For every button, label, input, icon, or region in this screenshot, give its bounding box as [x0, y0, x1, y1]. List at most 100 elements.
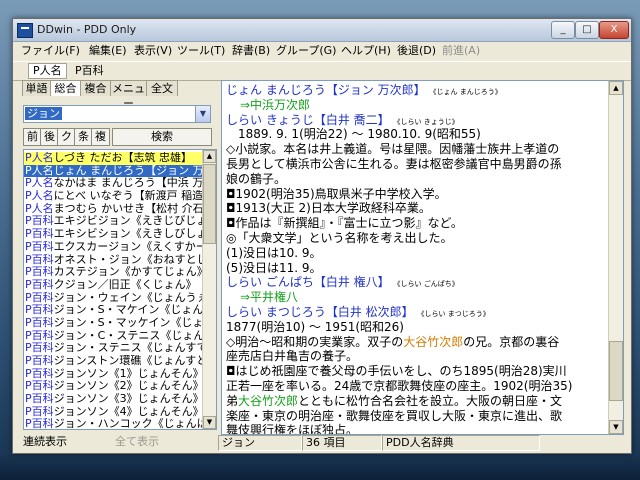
- tab-menu[interactable]: メニュー: [110, 80, 147, 110]
- list-item[interactable]: P百科ジョン・ステニス《じょんすてにす》: [24, 342, 202, 355]
- entry-text-line: 娘の鶴子。: [226, 171, 287, 186]
- result-list-scrollbar[interactable]: ▲ ▼: [202, 150, 216, 429]
- list-item[interactable]: P人名じょん まんじろう【ジョン 万次郎】: [24, 164, 202, 178]
- list-item[interactable]: P百科エクスカージョン《えくすかーじょん》: [24, 241, 202, 254]
- list-item-dictionary-tag: P百科: [25, 253, 54, 266]
- entry-cross-reference-link[interactable]: ⇒中浜万次郎: [226, 98, 606, 113]
- entry-headword: しらい まつじろう【白井 松次郎】 《しらい まつじろう》: [226, 305, 606, 320]
- entry-view-scroll-thumb[interactable]: [609, 341, 623, 401]
- list-item[interactable]: P百科エキシビション《えきしびしょん》: [24, 228, 202, 241]
- list-item-title: カステジョン《かすてじょん》: [53, 266, 202, 279]
- entry-text-line: 1877(明治10) ～ 1951(昭和26): [226, 319, 404, 334]
- list-item[interactable]: P百科ジョンソン《1》じょんそん》: [24, 368, 202, 381]
- list-item[interactable]: P百科ジョンストン環礁《じょんすとんかんしょう》: [24, 355, 202, 368]
- entry-text-line: ◘はじめ祇園座で養父母の手伝いをし、のち1895(明治28)実川: [226, 364, 567, 379]
- list-item-dictionary-tag: P百科: [25, 291, 54, 304]
- list-item-dictionary-tag: P百科: [25, 393, 54, 406]
- tab-compound[interactable]: 複合: [80, 80, 111, 96]
- list-item-dictionary-tag: P百科: [25, 405, 54, 418]
- list-item[interactable]: P百科エキジビジョン《えきじびじょん》: [24, 215, 202, 228]
- chevron-down-icon[interactable]: ▼: [195, 106, 210, 122]
- entry-text-line: 弟大谷竹次郎とともに松竹合名会社を設立。大阪の朝日座・文: [226, 394, 606, 409]
- menu-edit[interactable]: 編集(E): [89, 44, 127, 58]
- entry-text-segment: ◇明治～昭和期の実業家。双子の: [226, 334, 404, 349]
- entry-cross-reference-link[interactable]: 大谷竹次郎: [403, 335, 463, 349]
- filter-multi-button[interactable]: 複: [91, 128, 110, 146]
- menu-tools[interactable]: ツール(T): [177, 44, 225, 58]
- list-item[interactable]: P百科ジョン・ハンコック《じょんはんこっく》: [24, 418, 202, 429]
- tab-fulltext[interactable]: 全文: [146, 80, 178, 96]
- dictionary-tab-bar: P人名 P百科: [13, 61, 631, 81]
- search-input[interactable]: ジョン ▼: [23, 105, 211, 123]
- title-bar[interactable]: DDwin - PDD Only _ □ X: [13, 19, 631, 42]
- list-item[interactable]: P人名まつむら かいせき【松村 介石】: [24, 203, 202, 216]
- list-item-dictionary-tag: P百科: [25, 240, 54, 253]
- scroll-down-icon[interactable]: ▼: [203, 416, 216, 429]
- list-item-dictionary-tag: P人名: [25, 152, 54, 164]
- entry-text-line: ◇小説家。本名は井上義道。号は星隈。因幡藩士族井上孝道の: [226, 142, 560, 157]
- entry-headword-text: じょん まんじろう【ジョン 万次郎】: [226, 83, 426, 97]
- entry-text-line: (5)没日は11. 9。: [226, 260, 322, 275]
- tab-p-hyakka[interactable]: P百科: [71, 64, 108, 78]
- list-item-title: ジョン・C・ステニス《じょんしーすてにす》: [53, 329, 202, 342]
- close-button[interactable]: X: [599, 21, 629, 39]
- list-item[interactable]: P百科オネスト・ジョン《おねすとじょん》: [24, 254, 202, 267]
- status-count: 36 項目: [302, 435, 382, 451]
- list-item-title: クジョン／旧正《くじょん》: [53, 278, 197, 291]
- tab-word[interactable]: 単語: [22, 80, 51, 96]
- entry-text-line: ◘1913(大正 2)日本大学政経科卒業。: [226, 201, 431, 216]
- scroll-down-icon[interactable]: ▼: [609, 420, 623, 434]
- minimize-button[interactable]: _: [551, 21, 575, 39]
- tab-p-jinmei[interactable]: P人名: [28, 63, 67, 79]
- search-input-value: ジョン: [25, 107, 62, 120]
- menu-back[interactable]: 後退(D): [397, 44, 436, 58]
- entry-text-line: ◇明治～昭和期の実業家。双子の大谷竹次郎の兄。京都の裏谷: [226, 335, 606, 350]
- list-item-dictionary-tag: P百科: [25, 329, 54, 342]
- list-item[interactable]: P百科ジョン・S・マッケイン《じょんえすまっけいん》: [24, 317, 202, 330]
- list-item[interactable]: P百科ジョンソン《2》じょんそん》: [24, 380, 202, 393]
- entry-text-line: ◘作品は『新撰組』・『富士に立つ影』など。: [226, 216, 463, 231]
- menu-group[interactable]: グループ(G): [276, 44, 336, 58]
- list-item-dictionary-tag: P百科: [25, 367, 54, 380]
- list-item-dictionary-tag: P百科: [25, 215, 54, 228]
- search-button[interactable]: 検索: [112, 128, 212, 146]
- desktop-edge: [0, 454, 640, 480]
- list-item[interactable]: P百科ジョン・S・マケイン《じょんえすまけいん》: [24, 304, 202, 317]
- show-all-button[interactable]: 全て表示: [109, 435, 165, 449]
- list-item[interactable]: P人名しづき ただお【志筑 忠雄】: [24, 152, 202, 165]
- app-window: DDwin - PDD Only _ □ X ファイル(F) 編集(E) 表示(…: [12, 18, 632, 454]
- entry-headword: じょん まんじろう【ジョン 万次郎】 《じょん まんじろう》: [226, 83, 606, 98]
- list-item[interactable]: P人名にとべ いなぞう【新渡戸 稲造】: [24, 190, 202, 203]
- entry-reading: 《じょん まんじろう》: [429, 88, 502, 96]
- entry-view-scrollbar[interactable]: ▲ ▼: [608, 81, 623, 434]
- continuous-display-button[interactable]: 連続表示: [23, 435, 67, 449]
- list-item[interactable]: P百科ジョンソン《4》じょんそん》: [24, 406, 202, 419]
- menu-view[interactable]: 表示(V): [134, 44, 172, 58]
- entry-reading: 《しらい ごんぱち》: [393, 280, 459, 289]
- list-item[interactable]: P百科クジョン／旧正《くじょん》: [24, 279, 202, 292]
- menu-file[interactable]: ファイル(F): [21, 44, 80, 58]
- menu-bar: ファイル(F) 編集(E) 表示(V) ツール(T) 辞書(B) グループ(G)…: [13, 42, 631, 60]
- list-item[interactable]: P百科ジョン・ウェイン《じょんうぇいん》: [24, 292, 202, 305]
- menu-help[interactable]: ヘルプ(H): [341, 44, 391, 58]
- list-item-dictionary-tag: P人名: [25, 177, 54, 190]
- menu-dictionary[interactable]: 辞書(B): [232, 44, 270, 58]
- entry-cross-reference-link[interactable]: 大谷竹次郎: [238, 394, 298, 408]
- tab-general[interactable]: 総合: [50, 80, 81, 96]
- entry-cross-reference-link[interactable]: ⇒平井権八: [226, 290, 606, 305]
- list-item[interactable]: P人名なかはま まんじろう【中浜 万次郎】: [24, 177, 202, 190]
- scroll-up-icon[interactable]: ▲: [203, 150, 216, 163]
- list-item-title: ジョン・S・マッケイン《じょんえすまっけいん》: [53, 316, 202, 329]
- entry-text-segment: 弟: [226, 393, 239, 408]
- list-item-title: ジョンソン《1》じょんそん》: [53, 367, 202, 380]
- maximize-button[interactable]: □: [575, 21, 599, 39]
- list-item[interactable]: P百科ジョン・C・ステニス《じょんしーすてにす》: [24, 330, 202, 343]
- list-item-title: エクスカージョン《えくすかーじょん》: [53, 240, 202, 253]
- scroll-up-icon[interactable]: ▲: [609, 81, 623, 95]
- list-item[interactable]: P百科カステジョン《かすてじょん》: [24, 266, 202, 279]
- result-list-scroll-thumb[interactable]: [203, 164, 216, 244]
- entry-text-line: ◘1902(明治35)鳥取県米子中学校入学。: [226, 186, 447, 201]
- menu-forward[interactable]: 前進(A): [442, 44, 480, 58]
- list-item[interactable]: P百科ジョンソン《3》じょんそん》: [24, 393, 202, 406]
- search-pane: 単語 総合 複合 メニュー 全文 ジョン ▼ 前 後 ク 条 複 検索 P人名し…: [22, 80, 217, 433]
